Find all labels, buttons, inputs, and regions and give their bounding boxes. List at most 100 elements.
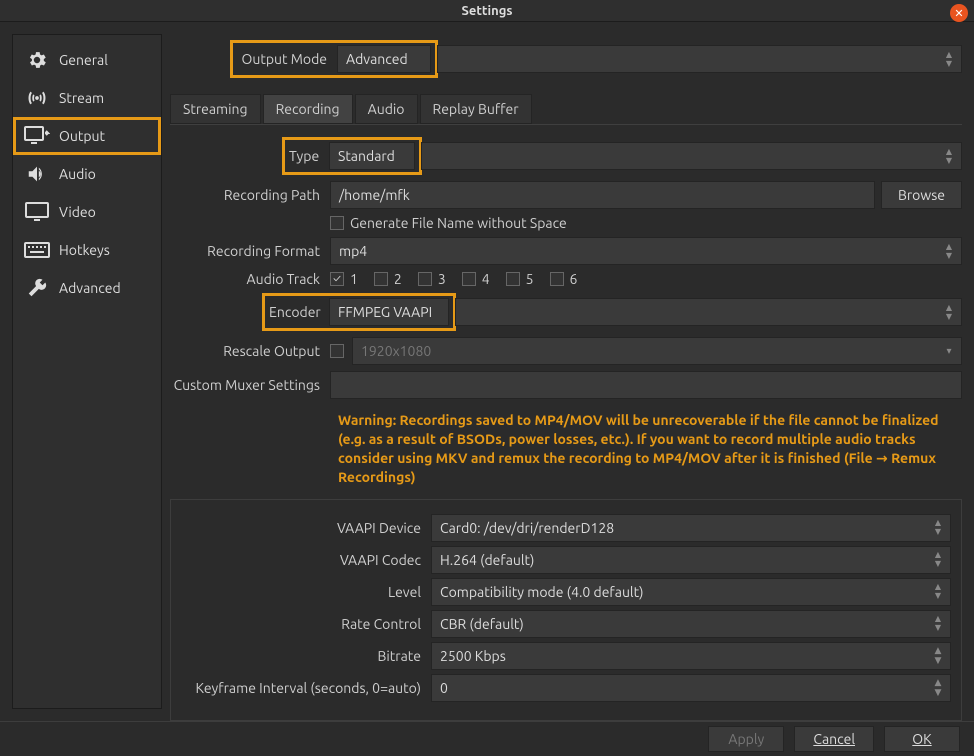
sidebar-item-general[interactable]: General (13, 41, 161, 79)
browse-label: Browse (898, 187, 945, 203)
apply-button[interactable]: Apply (708, 726, 784, 752)
spin-arrows-icon: ▲▼ (930, 643, 946, 669)
monitor-icon (23, 201, 51, 223)
sidebar-item-video[interactable]: Video (13, 193, 161, 231)
spin-arrows-icon: ▲▼ (930, 675, 946, 701)
rate-control-row: Rate Control CBR (default) ▲▼ (181, 610, 951, 638)
updown-icon: ▲▼ (930, 611, 946, 637)
checkbox-icon (418, 272, 432, 286)
level-value: Compatibility mode (4.0 default) (440, 584, 644, 600)
cancel-label: Cancel (813, 731, 855, 747)
recording-path-row: Recording Path /home/mfk Browse (170, 181, 962, 209)
sidebar-item-label: General (59, 52, 108, 68)
updown-icon: ▲▼ (941, 238, 957, 264)
sidebar-item-hotkeys[interactable]: Hotkeys (13, 231, 161, 269)
sidebar-item-label: Hotkeys (59, 242, 110, 258)
audio-track-1[interactable]: ✓1 (330, 271, 358, 287)
format-value: mp4 (339, 243, 367, 259)
tab-replay-buffer[interactable]: Replay Buffer (420, 94, 532, 124)
recording-form: Type Standard ▲▼ Recording Path /home/mf… (170, 137, 962, 721)
checkbox-icon (330, 216, 344, 230)
output-mode-label: Output Mode (237, 51, 337, 67)
monitor-arrow-icon (23, 125, 51, 147)
vaapi-device-select[interactable]: Card0: /dev/dri/renderD128 ▲▼ (431, 514, 951, 542)
speaker-icon (23, 163, 51, 185)
audio-track-6[interactable]: 6 (550, 271, 578, 287)
bitrate-row: Bitrate 2500 Kbps ▲▼ (181, 642, 951, 670)
output-mode-select[interactable]: ▲▼ (437, 45, 962, 73)
cancel-button[interactable]: Cancel (794, 726, 874, 752)
recording-path-input[interactable]: /home/mfk (330, 181, 875, 209)
rescale-label: Rescale Output (170, 343, 330, 359)
level-select[interactable]: Compatibility mode (4.0 default) ▲▼ (431, 578, 951, 606)
output-mode-value: Advanced (346, 51, 408, 67)
audio-track-4[interactable]: 4 (462, 271, 490, 287)
rescale-select[interactable]: 1920x1080 ▾ (352, 337, 962, 365)
keyframe-row: Keyframe Interval (seconds, 0=auto) 0 ▲▼ (181, 674, 951, 702)
sidebar-item-label: Advanced (59, 280, 121, 296)
vaapi-codec-label: VAAPI Codec (181, 552, 431, 568)
checkbox-icon (462, 272, 476, 286)
wrench-icon (23, 277, 51, 299)
window-body: General Stream Output Audio (0, 22, 974, 721)
tab-streaming[interactable]: Streaming (170, 94, 261, 124)
sidebar-item-label: Output (59, 128, 105, 144)
sidebar-item-label: Stream (59, 90, 104, 106)
sidebar-item-output[interactable]: Output (13, 117, 161, 155)
rescale-checkbox[interactable] (330, 344, 344, 358)
vaapi-device-value: Card0: /dev/dri/renderD128 (440, 520, 614, 536)
keyboard-icon (23, 239, 51, 261)
encoder-select[interactable]: ▲▼ (455, 298, 962, 326)
checkbox-checked-icon: ✓ (330, 272, 344, 286)
main-panel: Output Mode Advanced ▲▼ Streaming Record… (170, 34, 962, 721)
close-button[interactable]: ✕ (950, 4, 968, 22)
updown-icon: ▲▼ (930, 579, 946, 605)
sidebar-item-label: Video (59, 204, 96, 220)
level-row: Level Compatibility mode (4.0 default) ▲… (181, 578, 951, 606)
bitrate-value: 2500 Kbps (440, 648, 506, 664)
output-tabs: Streaming Recording Audio Replay Buffer (170, 94, 962, 125)
audio-track-2[interactable]: 2 (374, 271, 402, 287)
sidebar-item-stream[interactable]: Stream (13, 79, 161, 117)
bitrate-label: Bitrate (181, 648, 431, 664)
type-select[interactable]: ▲▼ (421, 142, 962, 170)
muxer-input[interactable] (330, 371, 962, 399)
tab-recording[interactable]: Recording (263, 94, 353, 124)
gen-no-space-label: Generate File Name without Space (350, 215, 567, 231)
window-title: Settings (461, 4, 512, 18)
bitrate-spin[interactable]: 2500 Kbps ▲▼ (431, 642, 951, 670)
sidebar-item-audio[interactable]: Audio (13, 155, 161, 193)
format-row: Recording Format mp4 ▲▼ (170, 237, 962, 265)
browse-button[interactable]: Browse (881, 181, 962, 209)
vaapi-codec-select[interactable]: H.264 (default) ▲▼ (431, 546, 951, 574)
keyframe-spin[interactable]: 0 ▲▼ (431, 674, 951, 702)
vaapi-codec-row: VAAPI Codec H.264 (default) ▲▼ (181, 546, 951, 574)
sidebar-item-advanced[interactable]: Advanced (13, 269, 161, 307)
checkbox-icon (550, 272, 564, 286)
mp4-warning: Warning: Recordings saved to MP4/MOV wil… (338, 411, 958, 487)
tab-audio[interactable]: Audio (355, 94, 418, 124)
vaapi-device-label: VAAPI Device (181, 520, 431, 536)
encoder-value: FFMPEG VAAPI (338, 304, 432, 320)
output-mode-highlight: Output Mode Advanced (230, 40, 438, 78)
level-label: Level (181, 584, 431, 600)
ok-button[interactable]: OK (884, 726, 960, 752)
rate-control-select[interactable]: CBR (default) ▲▼ (431, 610, 951, 638)
type-label: Type (289, 148, 329, 164)
muxer-label: Custom Muxer Settings (170, 377, 330, 393)
audio-track-5[interactable]: 5 (506, 271, 534, 287)
encoder-highlight: Encoder FFMPEG VAAPI (262, 293, 456, 331)
updown-icon: ▲▼ (941, 143, 957, 169)
audio-track-3[interactable]: 3 (418, 271, 446, 287)
output-mode-select-inner[interactable]: Advanced (337, 45, 431, 73)
format-select[interactable]: mp4 ▲▼ (330, 237, 962, 265)
gen-no-space-check[interactable]: Generate File Name without Space (330, 215, 567, 231)
rescale-row: Rescale Output 1920x1080 ▾ (170, 337, 962, 365)
audio-track-label: Audio Track (170, 271, 330, 287)
audio-track-row: Audio Track ✓1 2 3 4 5 6 (170, 271, 962, 287)
vaapi-codec-value: H.264 (default) (440, 552, 534, 568)
sidebar-item-label: Audio (59, 166, 96, 182)
encoder-select-inner[interactable]: FFMPEG VAAPI (329, 298, 449, 326)
close-icon: ✕ (954, 7, 963, 20)
type-select-inner[interactable]: Standard (329, 142, 415, 170)
